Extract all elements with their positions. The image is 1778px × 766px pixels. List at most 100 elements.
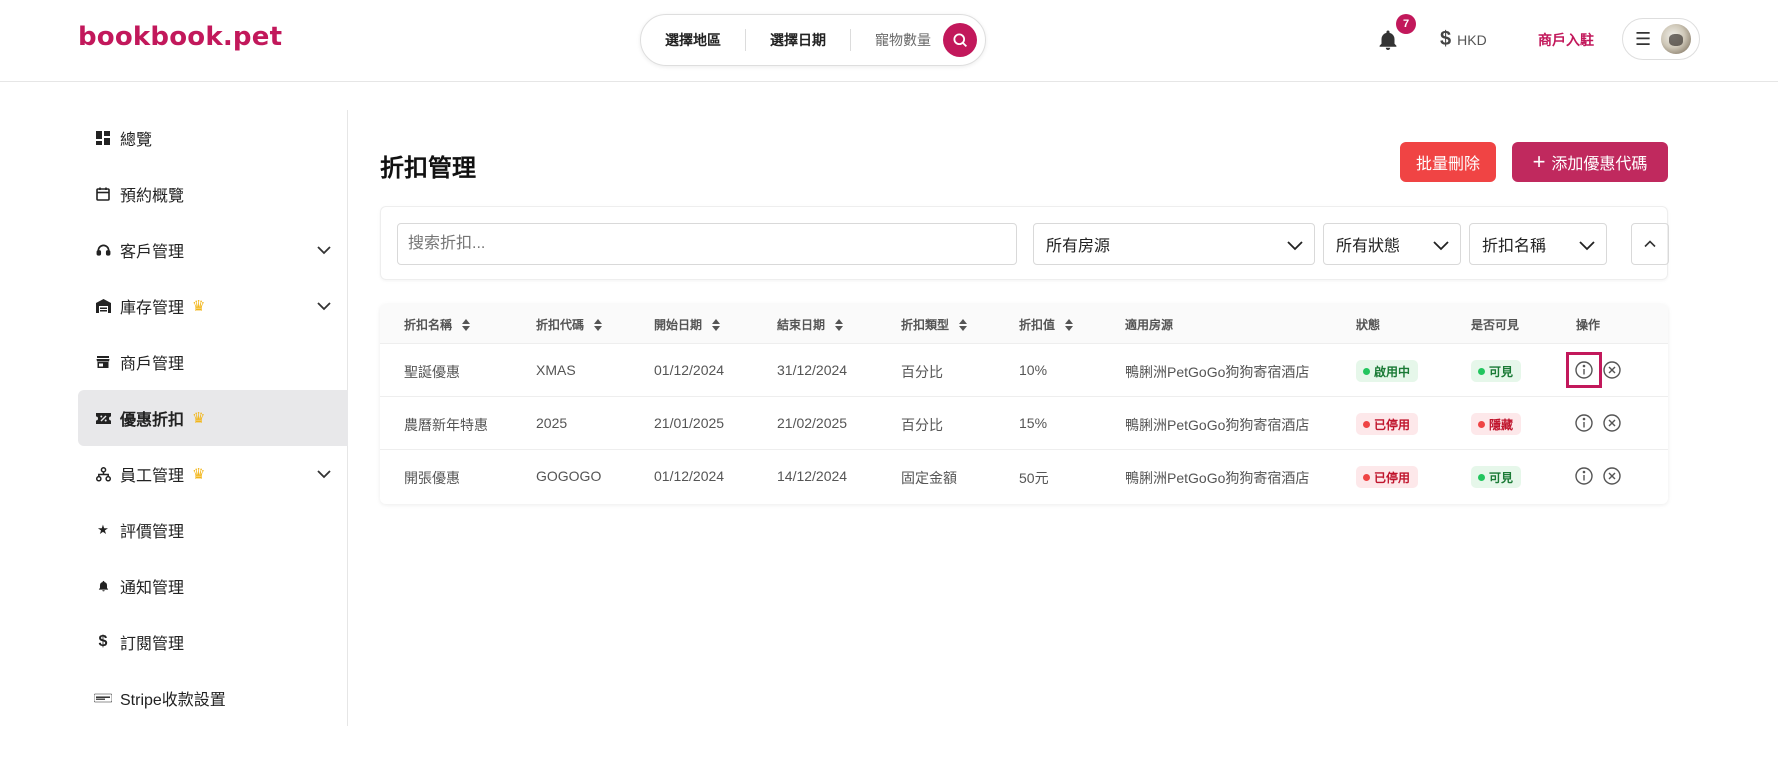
column-header-code[interactable]: 折扣代碼 bbox=[536, 316, 603, 333]
property-filter-value: 所有房源 bbox=[1046, 238, 1111, 255]
star-icon: ★ bbox=[97, 522, 109, 537]
avatar bbox=[1661, 24, 1692, 54]
date-selector[interactable]: 選擇日期 bbox=[770, 30, 850, 50]
discount-value: 15% bbox=[1019, 415, 1048, 431]
sort-by-value: 折扣名稱 bbox=[1482, 238, 1547, 255]
sidebar-item-label: 評價管理 bbox=[120, 524, 185, 541]
currency-label: HKD bbox=[1457, 31, 1487, 48]
property-filter-select[interactable]: 所有房源 bbox=[1033, 223, 1315, 265]
sidebar-item-customers[interactable]: 客戶管理 bbox=[78, 222, 348, 278]
applicable-property: 鴨脷洲PetGoGo狗狗寄宿酒店 bbox=[1125, 417, 1310, 433]
column-label: 開始日期 bbox=[654, 318, 703, 332]
sidebar-item-label: 客戶管理 bbox=[120, 244, 185, 261]
search-button[interactable] bbox=[943, 23, 977, 57]
sidebar-item-reviews[interactable]: ★ 評價管理 bbox=[78, 502, 348, 558]
bulk-delete-button[interactable]: 批量刪除 bbox=[1400, 142, 1496, 182]
column-header-end-date[interactable]: 結束日期 bbox=[777, 316, 844, 333]
chevron-down-icon bbox=[1579, 241, 1595, 251]
start-date: 01/12/2024 bbox=[654, 468, 725, 484]
sort-by-select[interactable]: 折扣名稱 bbox=[1469, 223, 1607, 265]
add-discount-code-button[interactable]: + 添加優惠代碼 bbox=[1512, 142, 1668, 182]
column-label: 折扣值 bbox=[1019, 318, 1056, 332]
column-header-property: 適用房源 bbox=[1125, 316, 1173, 333]
sidebar-item-label: 通知管理 bbox=[120, 580, 185, 597]
status-filter-select[interactable]: 所有狀態 bbox=[1323, 223, 1461, 265]
table-row[interactable]: 聖誕優惠 XMAS 01/12/2024 31/12/2024 百分比 10% … bbox=[380, 344, 1668, 397]
column-header-actions: 操作 bbox=[1576, 316, 1600, 333]
headset-icon bbox=[94, 241, 112, 259]
crown-icon: ♛ bbox=[192, 410, 206, 427]
sort-direction-button[interactable] bbox=[1631, 223, 1669, 265]
user-menu-button[interactable]: ☰ bbox=[1622, 18, 1700, 60]
status-filter-value: 所有狀態 bbox=[1336, 238, 1401, 255]
info-icon[interactable] bbox=[1574, 466, 1594, 486]
filter-bar: 所有房源 所有狀態 折扣名稱 bbox=[380, 206, 1669, 280]
discount-search-input[interactable] bbox=[397, 223, 1017, 265]
column-label: 操作 bbox=[1576, 318, 1601, 332]
logo[interactable]: bookbook.pet bbox=[78, 22, 282, 52]
chevron-up-icon bbox=[1644, 240, 1656, 248]
calendar-icon bbox=[94, 185, 112, 203]
sidebar-item-label: 總覽 bbox=[120, 132, 153, 149]
sidebar-item-discounts[interactable]: 優惠折扣 ♛ bbox=[78, 390, 348, 446]
status-badge: 已停用 bbox=[1356, 413, 1419, 435]
column-label: 是否可見 bbox=[1471, 318, 1520, 332]
visibility-badge: 隱藏 bbox=[1471, 413, 1522, 435]
discount-type: 百分比 bbox=[901, 364, 943, 380]
warehouse-icon bbox=[94, 297, 112, 315]
chevron-down-icon bbox=[1433, 241, 1449, 251]
dollar-icon: $ bbox=[98, 633, 108, 650]
sidebar-item-inventory[interactable]: 庫存管理 ♛ bbox=[78, 278, 348, 334]
info-icon[interactable] bbox=[1574, 413, 1594, 433]
applicable-property: 鴨脷洲PetGoGo狗狗寄宿酒店 bbox=[1125, 470, 1310, 486]
hamburger-icon: ☰ bbox=[1635, 28, 1652, 49]
chevron-down-icon[interactable] bbox=[316, 466, 332, 482]
notification-badge: 7 bbox=[1396, 14, 1416, 34]
sidebar-item-label: 員工管理 bbox=[120, 468, 185, 485]
merchant-signup-link[interactable]: 商戶入駐 bbox=[1538, 30, 1594, 50]
crown-icon: ♛ bbox=[192, 298, 206, 315]
discount-name: 開張優惠 bbox=[404, 470, 460, 486]
sort-icon bbox=[959, 318, 968, 331]
info-icon[interactable] bbox=[1574, 360, 1594, 380]
sidebar-item-bookings[interactable]: 預約概覽 bbox=[78, 166, 348, 222]
table-row[interactable]: 開張優惠 GOGOGO 01/12/2024 14/12/2024 固定金額 5… bbox=[380, 450, 1668, 503]
end-date: 31/12/2024 bbox=[777, 362, 848, 378]
table-row[interactable]: 農曆新年特惠 2025 21/01/2025 21/02/2025 百分比 15… bbox=[380, 397, 1668, 450]
chevron-down-icon[interactable] bbox=[316, 242, 332, 258]
sidebar-item-label: 優惠折扣 bbox=[120, 412, 185, 429]
column-header-type[interactable]: 折扣類型 bbox=[901, 316, 968, 333]
sort-icon bbox=[1065, 318, 1074, 331]
chevron-down-icon[interactable] bbox=[316, 298, 332, 314]
sidebar-item-overview[interactable]: 總覽 bbox=[78, 110, 348, 166]
sidebar-item-stripe[interactable]: Stripe收款設置 bbox=[78, 670, 348, 726]
column-label: 折扣類型 bbox=[901, 318, 950, 332]
sort-icon bbox=[594, 318, 603, 331]
bell-icon[interactable] bbox=[1376, 28, 1400, 52]
column-header-name[interactable]: 折扣名稱 bbox=[404, 316, 471, 333]
column-label: 折扣代碼 bbox=[536, 318, 585, 332]
store-icon bbox=[94, 353, 112, 371]
discount-table: 折扣名稱 折扣代碼 開始日期 結束日期 折扣類型 折扣值 適用房源 狀態 是否可… bbox=[380, 304, 1668, 504]
sidebar-item-label: 預約概覽 bbox=[120, 188, 185, 205]
column-header-start-date[interactable]: 開始日期 bbox=[654, 316, 721, 333]
sidebar-item-notifications[interactable]: 通知管理 bbox=[78, 558, 348, 614]
search-icon bbox=[953, 33, 968, 48]
plus-icon: + bbox=[1532, 149, 1546, 174]
close-circle-icon[interactable] bbox=[1602, 466, 1622, 486]
column-header-value[interactable]: 折扣值 bbox=[1019, 316, 1074, 333]
close-circle-icon[interactable] bbox=[1602, 413, 1622, 433]
sort-icon bbox=[712, 318, 721, 331]
currency-selector[interactable]: $ HKD bbox=[1440, 28, 1487, 51]
pet-count-selector[interactable]: 寵物數量 bbox=[875, 30, 943, 50]
search-bar[interactable]: 選擇地區 選擇日期 寵物數量 bbox=[640, 14, 986, 66]
dashboard-icon bbox=[94, 129, 112, 147]
close-circle-icon[interactable] bbox=[1602, 360, 1622, 380]
column-label: 折扣名稱 bbox=[404, 318, 453, 332]
end-date: 21/02/2025 bbox=[777, 415, 848, 431]
discount-tag-icon bbox=[94, 409, 112, 427]
sidebar-item-staff[interactable]: 員工管理 ♛ bbox=[78, 446, 348, 502]
region-selector[interactable]: 選擇地區 bbox=[665, 30, 745, 50]
sidebar-item-subscriptions[interactable]: $ 訂閱管理 bbox=[78, 614, 348, 670]
sidebar-item-merchant[interactable]: 商戶管理 bbox=[78, 334, 348, 390]
